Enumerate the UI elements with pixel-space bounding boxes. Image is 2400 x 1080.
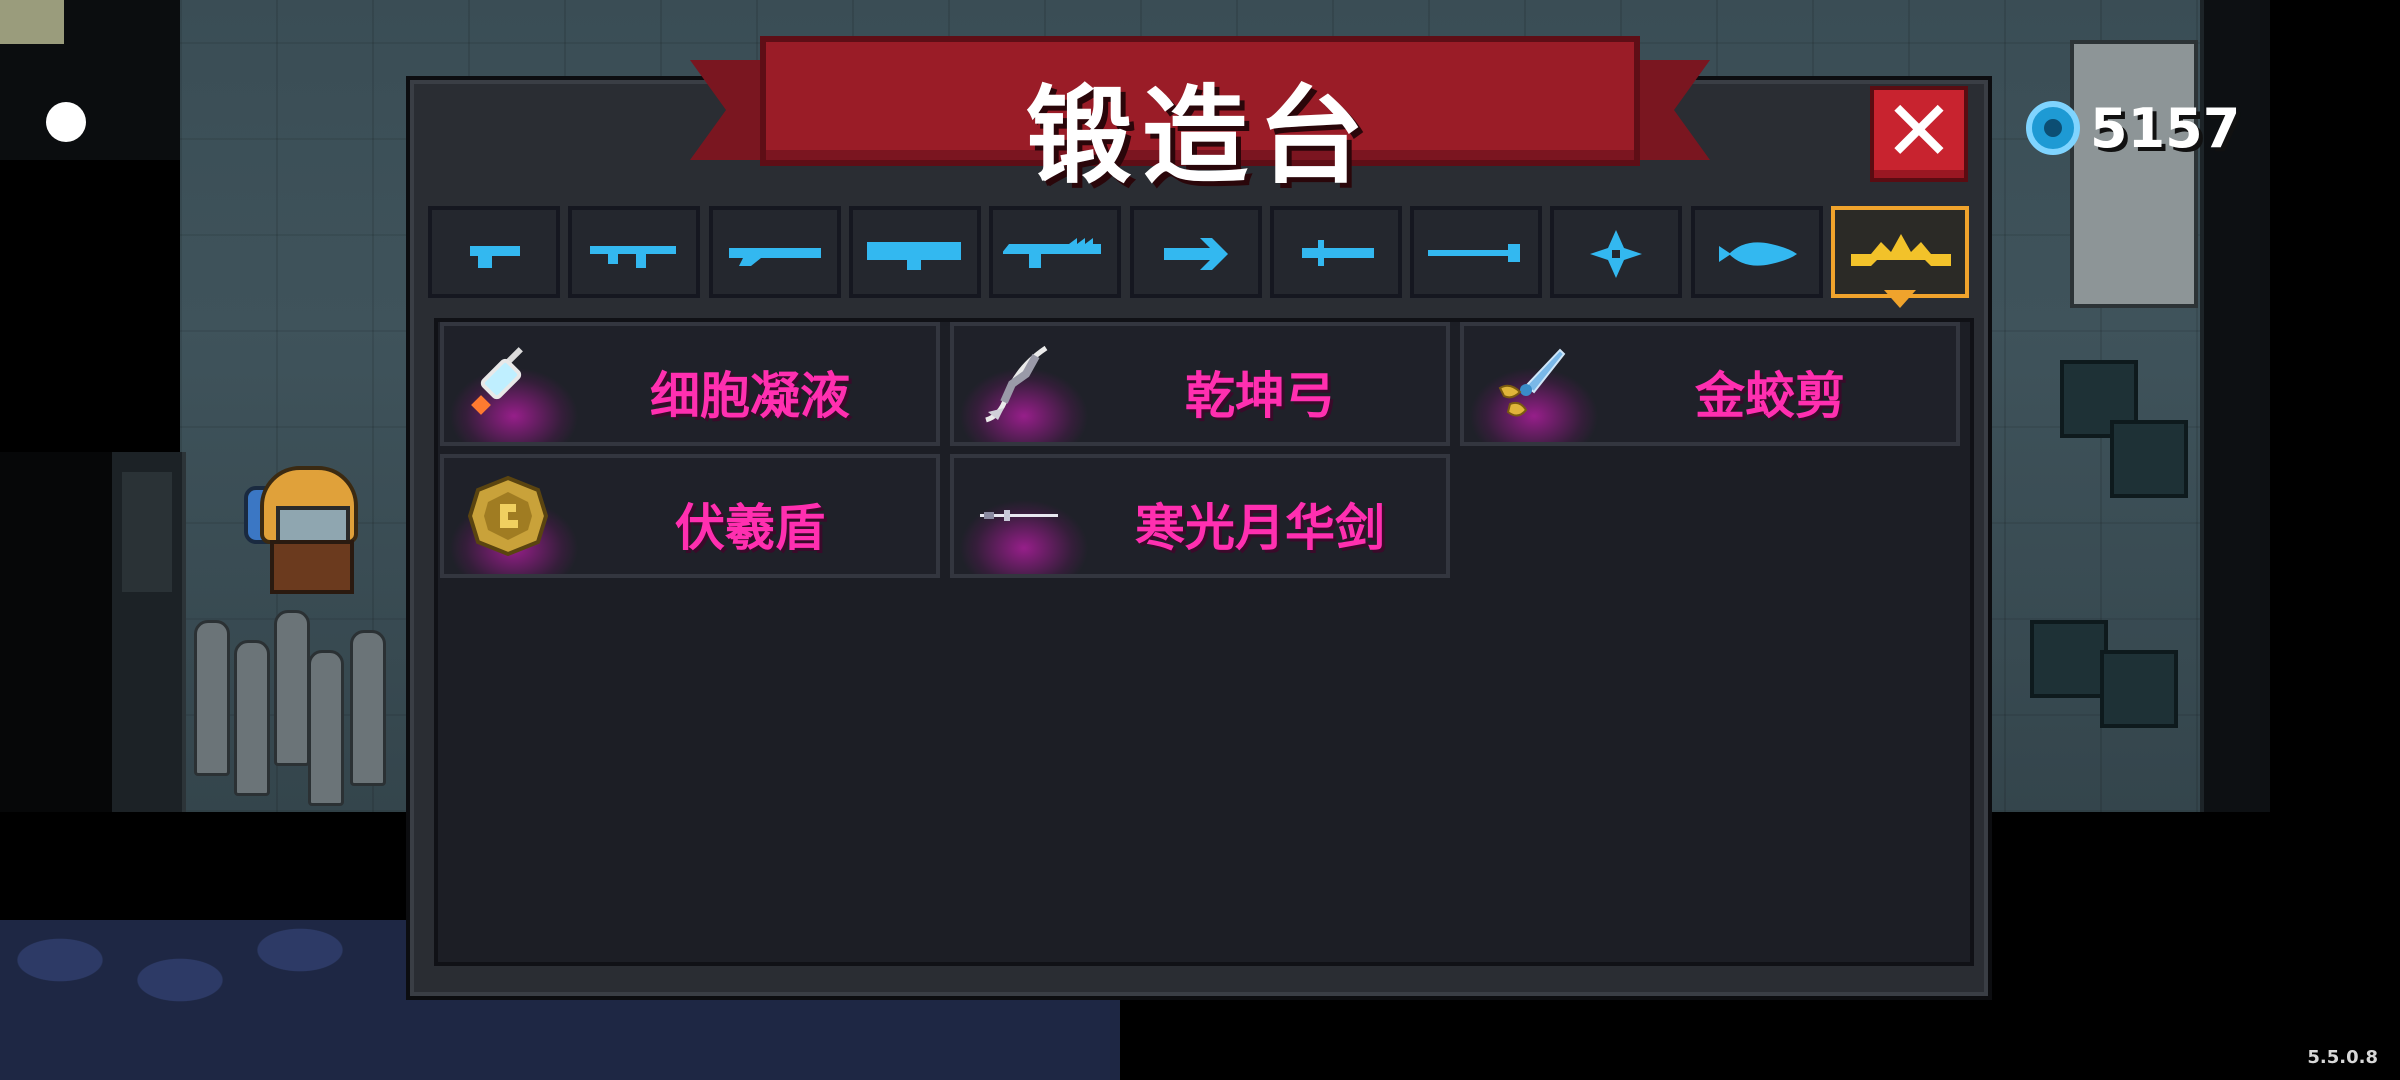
item-name: 寒光月华剑: [1135, 499, 1385, 557]
launcher-icon: [867, 242, 961, 270]
item-card[interactable]: 乾坤弓: [950, 322, 1450, 446]
crate: [2110, 420, 2188, 498]
crate: [2100, 650, 2178, 728]
tab-launcher[interactable]: [849, 206, 981, 298]
item-card[interactable]: 金蛟剪: [1460, 322, 1960, 446]
item-name: 乾坤弓: [1185, 367, 1335, 425]
gem-icon: [2026, 101, 2080, 155]
item-card[interactable]: 细胞凝液: [440, 322, 940, 446]
crossbow-icon: [1164, 238, 1228, 270]
tab-staff[interactable]: [1410, 206, 1542, 298]
tab-pistol[interactable]: [428, 206, 560, 298]
page-title: 锻造台: [1026, 75, 1374, 198]
category-tabs: [428, 206, 1970, 298]
minimap[interactable]: [0, 0, 64, 44]
gas-tanks: [190, 580, 400, 806]
melee-sword-icon: [1302, 240, 1374, 266]
tab-crossbow[interactable]: [1130, 206, 1262, 298]
pistol-icon: [470, 246, 520, 268]
item-name: 细胞凝液: [650, 367, 850, 425]
machine: [2070, 40, 2198, 308]
currency-amount: 5157: [2090, 96, 2241, 160]
tab-shotgun[interactable]: [709, 206, 841, 298]
tab-special[interactable]: [1831, 206, 1969, 298]
item-name: 金蛟剪: [1695, 367, 1845, 425]
banner-body: 锻造台: [760, 36, 1640, 198]
version-label: 5.5.0.8: [2307, 1047, 2378, 1068]
golden-scissors-icon: [1498, 348, 1566, 417]
joystick-indicator[interactable]: [46, 102, 86, 142]
feather-bow-icon: [985, 345, 1048, 423]
shotgun-icon: [729, 248, 821, 266]
tab-assault-rifle[interactable]: [568, 206, 700, 298]
staff-icon: [1428, 244, 1520, 262]
item-card[interactable]: 伏羲盾: [440, 454, 940, 578]
laser-rifle-icon: [1003, 238, 1101, 268]
door: [112, 452, 186, 812]
tab-throwing-star[interactable]: [1550, 206, 1682, 298]
active-tab-pointer: [1884, 290, 1916, 308]
tab-melee[interactable]: [1270, 206, 1402, 298]
throwing-star-icon: [1590, 230, 1642, 278]
item-card[interactable]: 寒光月华剑: [950, 454, 1450, 578]
golden-shield-icon: [467, 475, 549, 557]
syringe-icon: [471, 347, 523, 415]
crate: [2030, 620, 2108, 698]
player-character: [244, 466, 360, 594]
title-banner: 锻造台: [690, 30, 1710, 198]
tab-fish[interactable]: [1691, 206, 1823, 298]
currency-display: 5157: [2026, 96, 2240, 160]
close-button[interactable]: ✕: [1870, 86, 1968, 182]
crown-icon: [1851, 234, 1951, 266]
fish-icon: [1719, 242, 1797, 266]
slender-sword-icon: [980, 510, 1058, 521]
assault-rifle-icon: [590, 246, 676, 268]
item-name: 伏羲盾: [675, 499, 825, 557]
close-icon: ✕: [1883, 82, 1955, 180]
tab-laser-rifle[interactable]: [989, 206, 1121, 298]
